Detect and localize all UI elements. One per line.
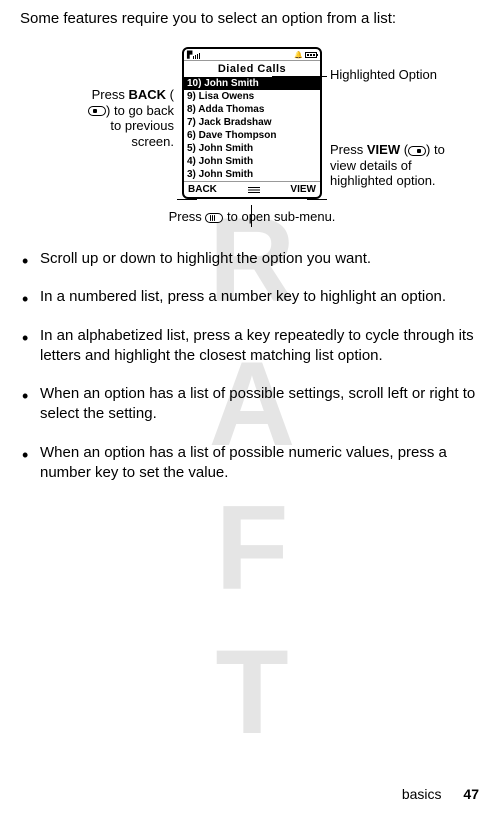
callout-text: Press bbox=[169, 209, 206, 224]
status-icons: 🔔 bbox=[294, 51, 317, 59]
softkey-back-label: BACK bbox=[188, 184, 217, 195]
callout-text: to go back to previous screen. bbox=[110, 103, 174, 149]
softkey-view-label: VIEW bbox=[290, 184, 316, 195]
phone-screen: ▛ 🔔 Dialed Calls 10) John Smith 9) Lisa … bbox=[182, 47, 322, 199]
callout-strong: VIEW bbox=[367, 142, 400, 157]
callout-line bbox=[272, 76, 327, 77]
instruction-item: When an option has a list of possible se… bbox=[40, 384, 484, 425]
list-item: 7) Jack Bradshaw bbox=[184, 116, 320, 129]
bell-icon: 🔔 bbox=[294, 51, 303, 59]
phone-list: 10) John Smith 9) Lisa Owens 8) Adda Tho… bbox=[184, 77, 320, 181]
callout-text: Press bbox=[92, 87, 125, 102]
list-item: 8) Adda Thomas bbox=[184, 103, 320, 116]
callout-line bbox=[307, 199, 327, 200]
list-item: 4) John Smith bbox=[184, 155, 320, 168]
phone-screen-title: Dialed Calls bbox=[184, 61, 320, 77]
callout-submenu: Press to open sub-menu. bbox=[20, 209, 484, 224]
instruction-item: In an alphabetized list, press a key rep… bbox=[40, 326, 484, 367]
phone-diagram: Press BACK () to go back to previous scr… bbox=[20, 47, 484, 199]
battery-icon bbox=[305, 52, 317, 58]
phone-statusbar: ▛ 🔔 bbox=[184, 49, 320, 61]
callout-line bbox=[177, 199, 197, 200]
instruction-list: Scroll up or down to highlight the optio… bbox=[20, 249, 484, 483]
callout-strong: BACK bbox=[128, 87, 166, 102]
softkey-right-icon bbox=[408, 146, 426, 156]
callout-highlighted: Highlighted Option bbox=[330, 67, 440, 83]
instruction-item: In a numbered list, press a number key t… bbox=[40, 287, 484, 307]
menu-key-icon bbox=[205, 213, 223, 223]
list-item: 3) John Smith bbox=[184, 168, 320, 181]
softkey-left-icon bbox=[88, 106, 106, 116]
page-footer: basics 47 bbox=[402, 786, 479, 802]
signal-icon: ▛ bbox=[187, 51, 200, 59]
callout-text: to open sub-menu. bbox=[223, 209, 335, 224]
intro-text: Some features require you to select an o… bbox=[20, 10, 484, 27]
list-item: 5) John Smith bbox=[184, 142, 320, 155]
section-label: basics bbox=[402, 786, 442, 802]
phone-softkeys: BACK VIEW bbox=[184, 181, 320, 197]
callout-view: Press VIEW () to view details of highlig… bbox=[330, 142, 450, 189]
list-item: 6) Dave Thompson bbox=[184, 129, 320, 142]
callout-back: Press BACK () to go back to previous scr… bbox=[74, 87, 174, 149]
list-item: 9) Lisa Owens bbox=[184, 90, 320, 103]
callout-text: Press bbox=[330, 142, 363, 157]
instruction-item: When an option has a list of possible nu… bbox=[40, 443, 484, 484]
page-number: 47 bbox=[463, 786, 479, 802]
list-item: 10) John Smith bbox=[184, 77, 320, 90]
callout-line bbox=[251, 205, 252, 227]
instruction-item: Scroll up or down to highlight the optio… bbox=[40, 249, 484, 269]
menu-icon bbox=[247, 186, 261, 194]
